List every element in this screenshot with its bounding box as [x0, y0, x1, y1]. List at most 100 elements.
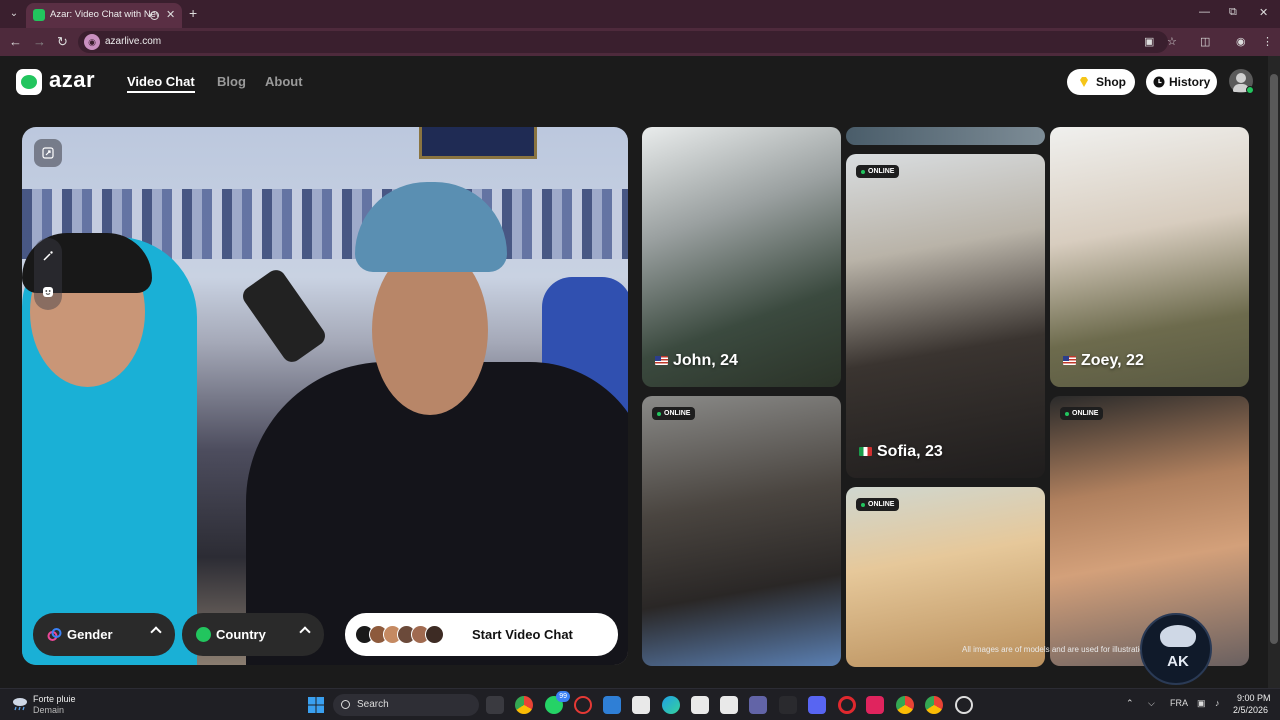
avatar-thumbnail	[425, 625, 444, 644]
start-video-chat-label: Start Video Chat	[472, 627, 573, 642]
expand-camera-button[interactable]	[34, 139, 62, 167]
online-badge: ONLINE	[856, 498, 900, 511]
azar-logo[interactable]: azar	[16, 67, 104, 95]
chrome-profile-icon[interactable]	[896, 696, 914, 714]
scrollbar-thumb[interactable]	[1270, 74, 1278, 644]
extensions-icon[interactable]: ◫	[1200, 35, 1210, 48]
clock-icon	[1153, 76, 1165, 88]
capcut-icon[interactable]	[720, 696, 738, 714]
discord-icon[interactable]	[808, 696, 826, 714]
country-label: Country	[216, 627, 266, 642]
url-text: azarlive.com	[105, 36, 162, 47]
teams-icon[interactable]	[749, 696, 767, 714]
microphone-icon[interactable]: ⌵	[1148, 698, 1155, 709]
online-badge: ONLINE	[1060, 407, 1104, 420]
minimize-window-button[interactable]: —	[1199, 6, 1210, 18]
expand-icon	[42, 147, 54, 159]
forward-button[interactable]: →	[33, 34, 46, 49]
gender-label: Gender	[67, 627, 113, 642]
profile-card-john[interactable]: John, 24	[642, 127, 841, 387]
tab-search-button[interactable]: ⌄	[6, 6, 22, 22]
task-view-icon[interactable]	[486, 696, 504, 714]
camera-effects-toolbar	[34, 238, 62, 310]
profile-name: Sofia, 23	[877, 443, 943, 460]
windows-start-icon[interactable]	[307, 696, 325, 714]
nav-blog[interactable]: Blog	[217, 74, 246, 89]
restore-window-button[interactable]: ⧉	[1229, 6, 1237, 19]
clock-time[interactable]: 9:00 PM	[1237, 693, 1271, 703]
us-flag-icon	[655, 356, 668, 365]
tiktok-icon[interactable]	[866, 696, 884, 714]
country-filter-button[interactable]: Country	[182, 613, 324, 656]
opera-icon[interactable]	[574, 696, 592, 714]
terminal-icon[interactable]	[779, 696, 797, 714]
page-scrollbar[interactable]	[1268, 56, 1280, 688]
face-filter-icon[interactable]	[42, 286, 54, 298]
weather-day[interactable]: Demain	[33, 705, 64, 715]
chevron-up-icon	[299, 626, 311, 638]
profile-name: Zoey, 22	[1081, 352, 1144, 369]
profile-card-zoey[interactable]: Zoey, 22	[1050, 127, 1249, 387]
bookmark-star-icon[interactable]: ☆	[1167, 35, 1177, 48]
chrome-icon[interactable]	[515, 696, 533, 714]
reload-button[interactable]: ↻	[57, 34, 68, 50]
profile-card[interactable]: ONLINE	[642, 396, 841, 666]
online-badge: ONLINE	[652, 407, 696, 420]
user-avatar[interactable]	[1229, 69, 1254, 94]
profile-name: John, 24	[673, 352, 738, 369]
edge-icon[interactable]	[662, 696, 680, 714]
clock-date[interactable]: 2/5/2026	[1233, 705, 1268, 715]
whatsapp-icon[interactable]: 99	[545, 691, 570, 714]
settings-gear-icon[interactable]	[955, 696, 973, 714]
show-hidden-icons-chevron-icon[interactable]: ⌃	[1126, 698, 1134, 709]
opera-gx-icon[interactable]	[838, 696, 856, 714]
site-info-icon[interactable]: ◉	[84, 34, 100, 50]
chrome-profile-icon[interactable]	[925, 696, 943, 714]
magic-wand-icon[interactable]	[42, 250, 54, 262]
chevron-up-icon	[150, 626, 162, 638]
profile-card-sofia[interactable]: ONLINE Sofia, 23	[846, 154, 1045, 478]
notification-badge: 99	[556, 691, 570, 702]
azar-page: azar Video Chat Blog About Shop History	[0, 56, 1268, 713]
wall-picture-frame	[419, 127, 537, 159]
logo-text: azar	[49, 67, 96, 92]
azar-logo-icon	[16, 69, 42, 95]
online-badge: ONLINE	[856, 165, 900, 178]
us-flag-icon	[1063, 356, 1076, 365]
gender-icon	[47, 628, 62, 641]
browser-tab[interactable]: Azar: Video Chat with New ✕	[26, 3, 182, 28]
new-tab-button[interactable]: +	[189, 5, 197, 21]
search-icon	[341, 700, 350, 709]
back-button[interactable]: ←	[9, 34, 22, 49]
profile-card[interactable]: ONLINE	[846, 487, 1045, 667]
browser-menu-icon[interactable]: ⋮	[1262, 35, 1273, 48]
tab-close-icon[interactable]: ✕	[166, 8, 175, 21]
online-status-dot	[1246, 86, 1254, 94]
input-language[interactable]: FRA	[1170, 698, 1188, 708]
install-app-icon[interactable]: ▣	[1144, 35, 1154, 48]
network-icon[interactable]: ▣	[1197, 698, 1206, 709]
address-bar[interactable]: ◉ azarlive.com	[78, 31, 1168, 53]
shop-button[interactable]: Shop	[1067, 69, 1135, 95]
weather-condition[interactable]: Forte pluie	[33, 694, 76, 704]
windows-taskbar: Forte pluie Demain Search 99 ⌃ ⌵ FRA ▣ ♪…	[0, 688, 1280, 720]
start-video-chat-button[interactable]: Start Video Chat	[345, 613, 618, 656]
capcut-icon[interactable]	[632, 696, 650, 714]
rain-cloud-icon[interactable]	[12, 697, 28, 711]
gem-icon	[1080, 77, 1088, 87]
gender-filter-button[interactable]: Gender	[33, 613, 175, 656]
nav-about[interactable]: About	[265, 74, 303, 89]
mail-icon[interactable]	[603, 696, 621, 714]
capcut-icon[interactable]	[691, 696, 709, 714]
profile-card-partial[interactable]	[846, 127, 1045, 145]
taskbar-search-box[interactable]: Search	[333, 694, 479, 716]
nav-video-chat[interactable]: Video Chat	[127, 74, 195, 93]
history-button[interactable]: History	[1146, 69, 1217, 95]
eagle-icon	[1160, 625, 1196, 647]
tab-title: Azar: Video Chat with New	[50, 9, 158, 20]
browser-tab-strip: ⌄ Azar: Video Chat with New ✕ + — ⧉ ✕	[0, 0, 1280, 28]
camera-preview	[22, 127, 628, 665]
profile-icon[interactable]: ◉	[1236, 35, 1246, 48]
volume-icon[interactable]: ♪	[1215, 698, 1220, 708]
close-window-button[interactable]: ✕	[1259, 6, 1268, 19]
